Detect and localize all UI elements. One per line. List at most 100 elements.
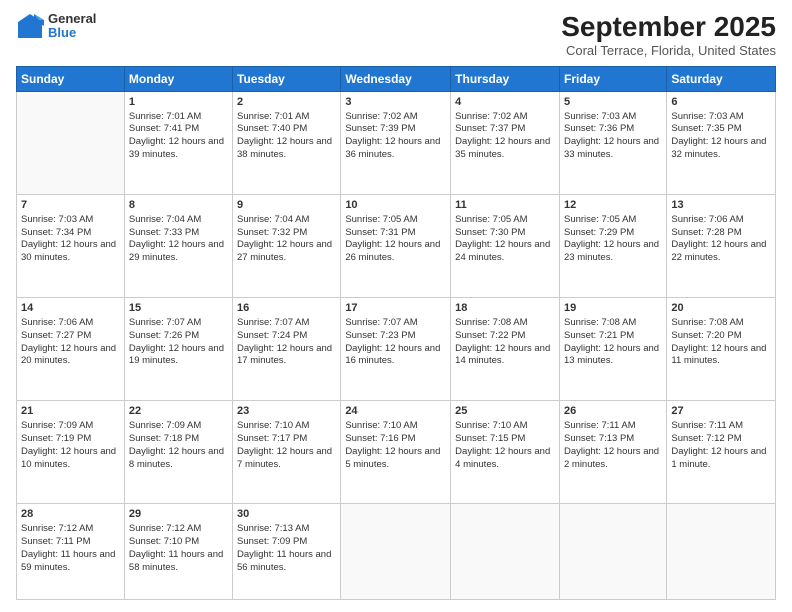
logo-text: General Blue — [48, 12, 96, 41]
sunset-text: Sunset: 7:10 PM — [129, 536, 199, 547]
table-row: 11Sunrise: 7:05 AMSunset: 7:30 PMDayligh… — [451, 194, 560, 297]
sunrise-text: Sunrise: 7:03 AM — [671, 111, 743, 122]
sunset-text: Sunset: 7:26 PM — [129, 330, 199, 341]
daylight-text: Daylight: 12 hours and 8 minutes. — [129, 446, 224, 470]
sunset-text: Sunset: 7:18 PM — [129, 433, 199, 444]
table-row: 22Sunrise: 7:09 AMSunset: 7:18 PMDayligh… — [124, 401, 232, 504]
day-number: 26 — [564, 404, 662, 419]
sunrise-text: Sunrise: 7:02 AM — [455, 111, 527, 122]
col-tuesday: Tuesday — [233, 66, 341, 91]
sunrise-text: Sunrise: 7:07 AM — [129, 317, 201, 328]
daylight-text: Daylight: 12 hours and 1 minute. — [671, 446, 766, 470]
table-row: 30Sunrise: 7:13 AMSunset: 7:09 PMDayligh… — [233, 504, 341, 600]
table-row: 19Sunrise: 7:08 AMSunset: 7:21 PMDayligh… — [559, 298, 666, 401]
table-row: 23Sunrise: 7:10 AM Sunset: 7:17 PM Dayligh… — [233, 401, 341, 504]
day-number: 1 — [129, 95, 228, 110]
sunrise-text: Sunrise: 7:01 AM — [237, 111, 309, 122]
table-row: 9Sunrise: 7:04 AMSunset: 7:32 PMDaylight… — [233, 194, 341, 297]
sunset-text: Sunset: 7:20 PM — [671, 330, 741, 341]
col-sunday: Sunday — [17, 66, 125, 91]
sunrise-text: Sunrise: 7:08 AM — [564, 317, 636, 328]
table-row — [559, 504, 666, 600]
sunrise-text: Sunrise: 7:08 AM — [455, 317, 527, 328]
daylight-text: Daylight: 12 hours and 10 minutes. — [21, 446, 116, 470]
daylight-text: Daylight: 12 hours and 23 minutes. — [564, 239, 659, 263]
day-number: 6 — [671, 95, 771, 110]
sunrise-text: Sunrise: 7:10 AM — [345, 420, 417, 431]
daylight-text: Daylight: 12 hours and 32 minutes. — [671, 136, 766, 160]
day-number: 15 — [129, 301, 228, 316]
sunset-text: Sunset: 7:31 PM — [345, 227, 415, 238]
table-row: 12Sunrise: 7:05 AMSunset: 7:29 PMDayligh… — [559, 194, 666, 297]
sunset-text: Sunset: 7:16 PM — [345, 433, 415, 444]
sunset-text: Sunset: 7:27 PM — [21, 330, 91, 341]
calendar-header-row: Sunday Monday Tuesday Wednesday Thursday… — [17, 66, 776, 91]
sunset-text: Sunset: 7:09 PM — [237, 536, 307, 547]
sunset-text: Sunset: 7:37 PM — [455, 123, 525, 134]
daylight-text: Daylight: 12 hours and 13 minutes. — [564, 343, 659, 367]
sunrise-text: Sunrise: 7:10 AM — [237, 420, 309, 431]
col-thursday: Thursday — [451, 66, 560, 91]
sunrise-text: Sunrise: 7:07 AM — [237, 317, 309, 328]
table-row: 14Sunrise: 7:06 AM Sunset: 7:27 PM Dayligh… — [17, 298, 125, 401]
sunset-text: Sunset: 7:22 PM — [455, 330, 525, 341]
daylight-text: Daylight: 12 hours and 5 minutes. — [345, 446, 440, 470]
day-number: 29 — [129, 507, 228, 522]
day-number: 21 — [21, 404, 120, 419]
sunset-text: Sunset: 7:41 PM — [129, 123, 199, 134]
logo-icon — [16, 12, 44, 40]
sunrise-text: Sunrise: 7:04 AM — [237, 214, 309, 225]
day-number: 14 — [21, 301, 120, 316]
table-row: 21Sunrise: 7:09 AM Sunset: 7:19 PM Dayligh… — [17, 401, 125, 504]
sunset-text: Sunset: 7:35 PM — [671, 123, 741, 134]
sunrise-text: Sunrise: 7:11 AM — [564, 420, 636, 431]
sunrise-text: Sunrise: 7:11 AM — [671, 420, 743, 431]
table-row: 18Sunrise: 7:08 AMSunset: 7:22 PMDayligh… — [451, 298, 560, 401]
sunrise-text: Sunrise: 7:05 AM — [345, 214, 417, 225]
sunrise-text: Sunrise: 7:06 AM — [21, 317, 93, 328]
sunset-text: Sunset: 7:15 PM — [455, 433, 525, 444]
sunrise-text: Sunrise: 7:09 AM — [21, 420, 93, 431]
day-number: 8 — [129, 198, 228, 213]
sunrise-text: Sunrise: 7:13 AM — [237, 523, 309, 534]
sunset-text: Sunset: 7:24 PM — [237, 330, 307, 341]
sunset-text: Sunset: 7:19 PM — [21, 433, 91, 444]
sunrise-text: Sunrise: 7:01 AM — [129, 111, 201, 122]
col-friday: Friday — [559, 66, 666, 91]
table-row: 16Sunrise: 7:07 AMSunset: 7:24 PMDayligh… — [233, 298, 341, 401]
table-row — [341, 504, 451, 600]
sunset-text: Sunset: 7:12 PM — [671, 433, 741, 444]
title-block: September 2025 Coral Terrace, Florida, U… — [561, 12, 776, 58]
table-row: 2Sunrise: 7:01 AMSunset: 7:40 PMDaylight… — [233, 91, 341, 194]
daylight-text: Daylight: 11 hours and 58 minutes. — [129, 549, 223, 573]
daylight-text: Daylight: 12 hours and 39 minutes. — [129, 136, 224, 160]
daylight-text: Daylight: 12 hours and 30 minutes. — [21, 239, 116, 263]
daylight-text: Daylight: 11 hours and 56 minutes. — [237, 549, 331, 573]
sunset-text: Sunset: 7:17 PM — [237, 433, 307, 444]
daylight-text: Daylight: 12 hours and 2 minutes. — [564, 446, 659, 470]
table-row: 29Sunrise: 7:12 AMSunset: 7:10 PMDayligh… — [124, 504, 232, 600]
daylight-text: Daylight: 12 hours and 7 minutes. — [237, 446, 332, 470]
sunrise-text: Sunrise: 7:03 AM — [21, 214, 93, 225]
daylight-text: Daylight: 12 hours and 38 minutes. — [237, 136, 332, 160]
calendar-table: Sunday Monday Tuesday Wednesday Thursday… — [16, 66, 776, 600]
daylight-text: Daylight: 12 hours and 35 minutes. — [455, 136, 550, 160]
daylight-text: Daylight: 12 hours and 4 minutes. — [455, 446, 550, 470]
sunrise-text: Sunrise: 7:03 AM — [564, 111, 636, 122]
location-subtitle: Coral Terrace, Florida, United States — [561, 43, 776, 58]
sunset-text: Sunset: 7:34 PM — [21, 227, 91, 238]
daylight-text: Daylight: 12 hours and 17 minutes. — [237, 343, 332, 367]
day-number: 23 — [237, 404, 336, 419]
day-number: 24 — [345, 404, 446, 419]
sunrise-text: Sunrise: 7:06 AM — [671, 214, 743, 225]
day-number: 12 — [564, 198, 662, 213]
daylight-text: Daylight: 12 hours and 20 minutes. — [21, 343, 116, 367]
header: General Blue September 2025 Coral Terrac… — [16, 12, 776, 58]
sunrise-text: Sunrise: 7:12 AM — [21, 523, 93, 534]
day-number: 5 — [564, 95, 662, 110]
sunset-text: Sunset: 7:30 PM — [455, 227, 525, 238]
table-row: 7Sunrise: 7:03 AMSunset: 7:34 PMDaylight… — [17, 194, 125, 297]
table-row: 20Sunrise: 7:08 AMSunset: 7:20 PMDayligh… — [667, 298, 776, 401]
sunset-text: Sunset: 7:28 PM — [671, 227, 741, 238]
table-row — [451, 504, 560, 600]
